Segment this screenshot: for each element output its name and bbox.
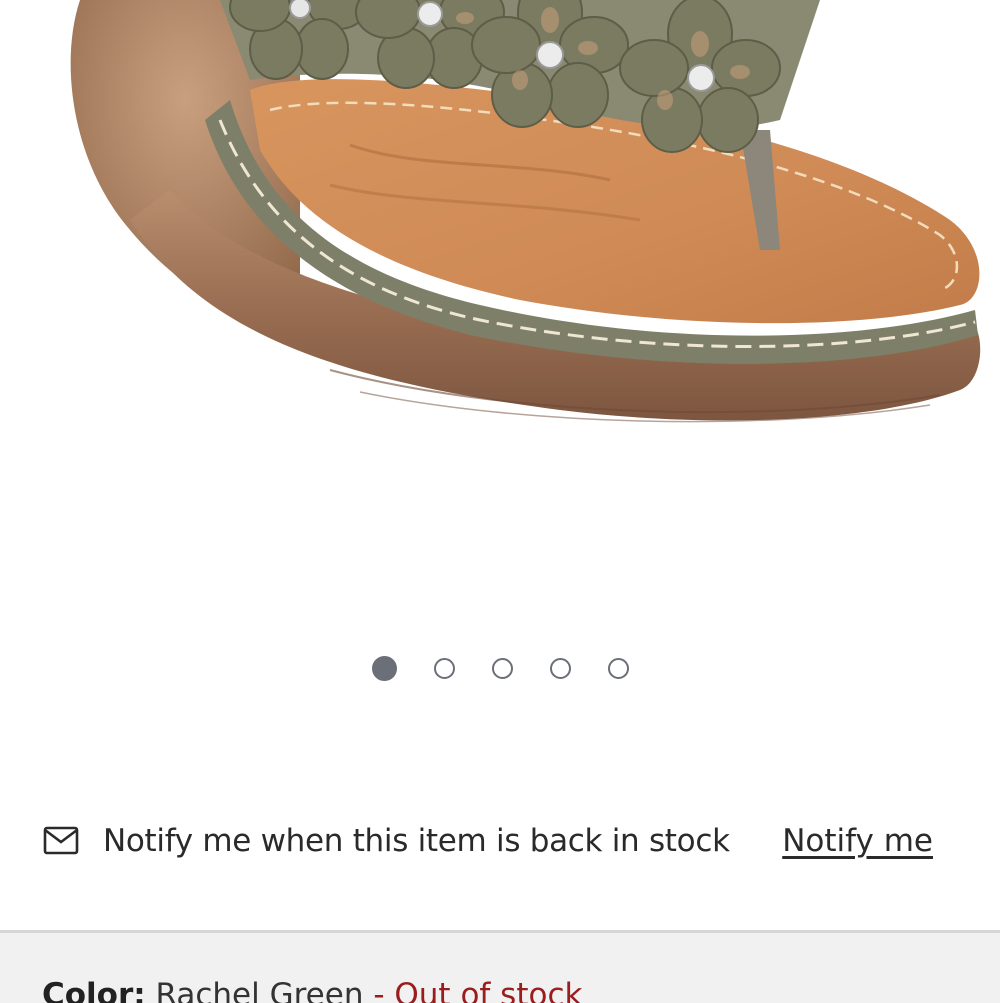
color-value: Rachel Green	[155, 977, 364, 1003]
stock-status: - Out of stock	[373, 977, 583, 1003]
color-label: Color:	[42, 977, 146, 1003]
carousel-dot-1[interactable]	[371, 655, 397, 681]
carousel-dot-2[interactable]	[433, 657, 455, 679]
product-image[interactable]	[0, 0, 1000, 560]
notify-me-link[interactable]: Notify me	[782, 823, 933, 859]
carousel-dot-3[interactable]	[491, 657, 513, 679]
sandal-image	[70, 0, 981, 423]
carousel-pagination	[0, 654, 1000, 682]
notify-message: Notify me when this item is back in stoc…	[103, 823, 730, 859]
mail-icon	[43, 825, 79, 857]
back-in-stock-notify: Notify me when this item is back in stoc…	[43, 818, 933, 864]
carousel-dot-4[interactable]	[549, 657, 571, 679]
carousel-dot-5[interactable]	[607, 657, 629, 679]
color-line: Color: Rachel Green - Out of stock	[42, 977, 582, 1003]
color-section: Color: Rachel Green - Out of stock	[0, 930, 1000, 1003]
